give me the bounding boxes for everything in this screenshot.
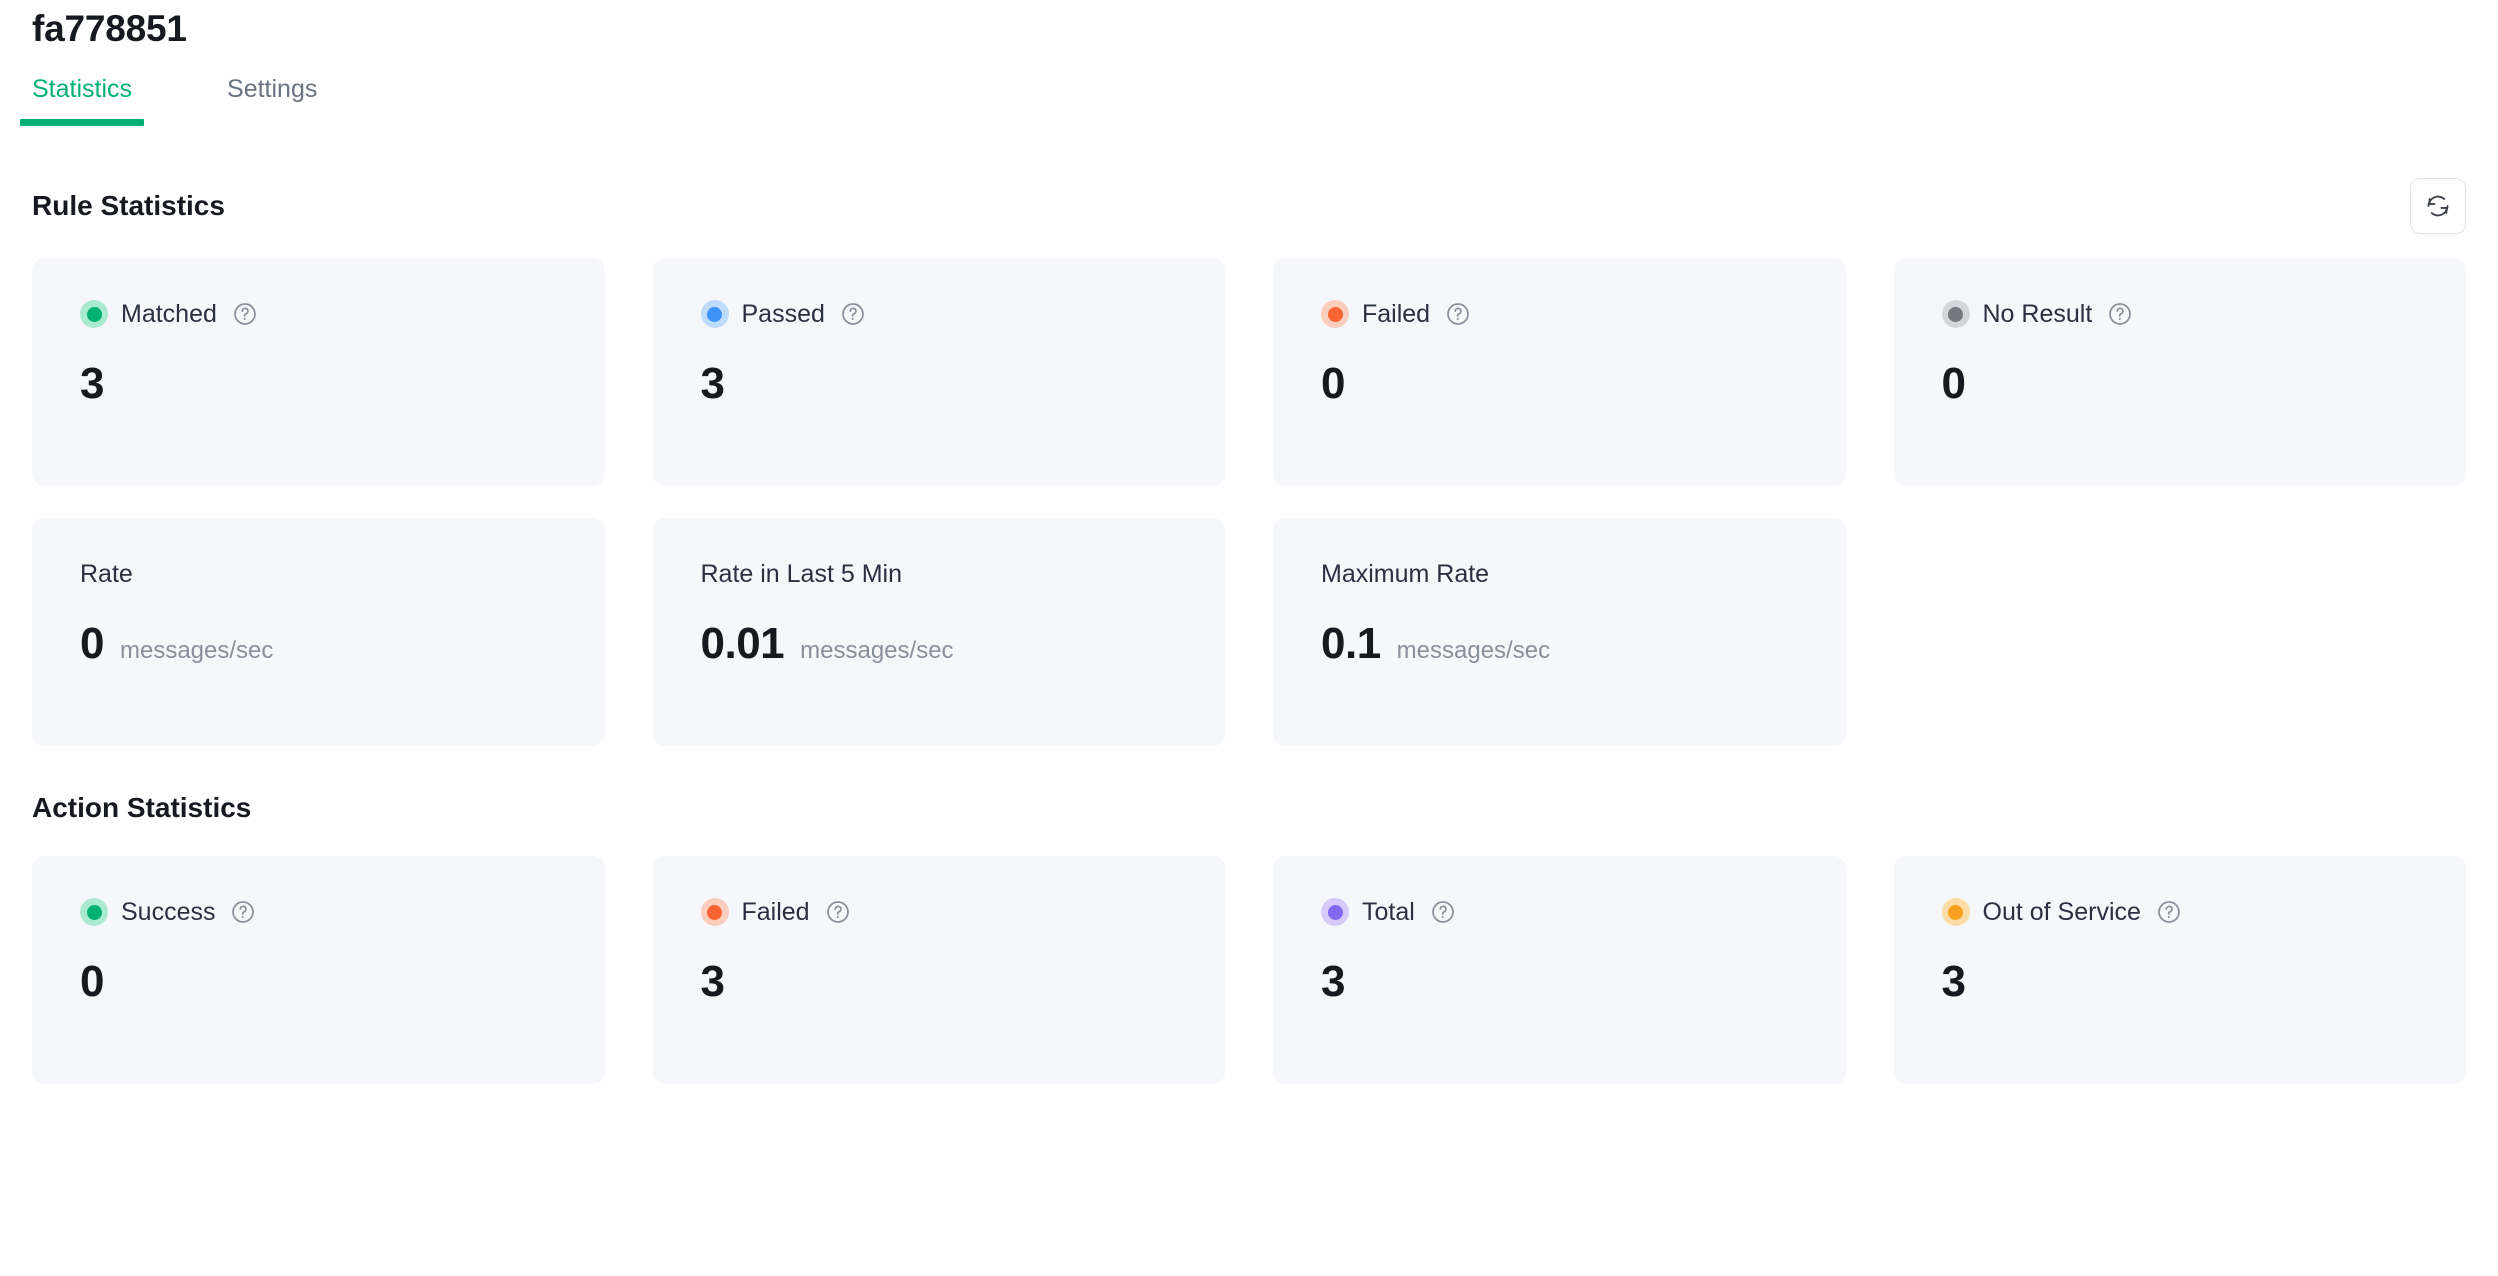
action-card-label: Failed xyxy=(742,897,810,927)
action-card-value-row: 3 xyxy=(701,956,1178,1008)
stat-card-value-row: 0 xyxy=(1942,358,2419,410)
stat-card-value-row: 0 xyxy=(1321,358,1798,410)
action-statistics-title: Action Statistics xyxy=(32,791,251,825)
stat-card-header: Rate in Last 5 Min xyxy=(701,558,1178,590)
action-card-out-of-service: Out of Service 3 xyxy=(1894,856,2467,1084)
stat-card-label: Matched xyxy=(121,299,217,329)
action-card-header: Out of Service xyxy=(1942,896,2419,928)
rule-statistics-title: Rule Statistics xyxy=(32,189,225,223)
tab-settings[interactable]: Settings xyxy=(227,74,317,126)
help-circle-icon[interactable] xyxy=(1430,899,1456,925)
stat-card-maximum-rate: Maximum Rate 0.1 messages/sec xyxy=(1273,518,1846,746)
stat-card-label: No Result xyxy=(1983,299,2093,329)
stat-card-rate: Rate 0 messages/sec xyxy=(32,518,605,746)
status-dot-failed xyxy=(1321,300,1349,328)
stat-card-value: 0 xyxy=(1321,358,1345,410)
stat-card-unit: messages/sec xyxy=(1397,636,1550,666)
stat-card-value-row: 0.1 messages/sec xyxy=(1321,618,1798,670)
help-circle-icon[interactable] xyxy=(2156,899,2182,925)
stat-card-value: 0.1 xyxy=(1321,618,1381,670)
stat-card-unit: messages/sec xyxy=(800,636,953,666)
help-circle-icon[interactable] xyxy=(1445,301,1471,327)
help-circle-icon[interactable] xyxy=(232,301,258,327)
tab-statistics[interactable]: Statistics xyxy=(32,74,132,126)
help-circle-icon[interactable] xyxy=(825,899,851,925)
action-statistics-header: Action Statistics xyxy=(32,784,2466,832)
action-card-value: 0 xyxy=(80,956,104,1008)
stat-card-label: Rate in Last 5 Min xyxy=(701,559,903,589)
stat-card-value-row: 0 messages/sec xyxy=(80,618,557,670)
action-card-header: Total xyxy=(1321,896,1798,928)
tab-bar: Statistics Settings xyxy=(32,74,2466,140)
stat-card-label: Maximum Rate xyxy=(1321,559,1489,589)
stat-card-header: No Result xyxy=(1942,298,2419,330)
action-card-label: Out of Service xyxy=(1983,897,2141,927)
action-card-total: Total 3 xyxy=(1273,856,1846,1084)
help-circle-icon[interactable] xyxy=(2107,301,2133,327)
stat-card-label: Passed xyxy=(742,299,825,329)
rule-statistics-grid: Matched 3 Passed xyxy=(32,258,2466,746)
action-card-header: Failed xyxy=(701,896,1178,928)
stat-card-value: 3 xyxy=(80,358,104,410)
action-card-label: Total xyxy=(1362,897,1415,927)
action-card-value: 3 xyxy=(1321,956,1345,1008)
status-dot-total xyxy=(1321,898,1349,926)
action-card-value: 3 xyxy=(701,956,725,1008)
grid-spacer xyxy=(1894,518,2467,746)
action-card-value: 3 xyxy=(1942,956,1966,1008)
stat-card-header: Failed xyxy=(1321,298,1798,330)
refresh-button[interactable] xyxy=(2410,178,2466,234)
action-statistics-grid: Success 0 Failed xyxy=(32,856,2466,1084)
stat-card-passed: Passed 3 xyxy=(653,258,1226,486)
stat-card-header: Passed xyxy=(701,298,1178,330)
stat-card-header: Maximum Rate xyxy=(1321,558,1798,590)
action-card-label: Success xyxy=(121,897,215,927)
action-card-success: Success 0 xyxy=(32,856,605,1084)
status-dot-out-of-service xyxy=(1942,898,1970,926)
help-circle-icon[interactable] xyxy=(230,899,256,925)
action-card-failed: Failed 3 xyxy=(653,856,1226,1084)
page-title: fa778851 xyxy=(32,0,2466,52)
status-dot-failed xyxy=(701,898,729,926)
stat-card-matched: Matched 3 xyxy=(32,258,605,486)
action-card-value-row: 3 xyxy=(1942,956,2419,1008)
action-card-value-row: 0 xyxy=(80,956,557,1008)
stat-card-label: Rate xyxy=(80,559,133,589)
stat-card-label: Failed xyxy=(1362,299,1430,329)
stat-card-value-row: 3 xyxy=(701,358,1178,410)
action-card-header: Success xyxy=(80,896,557,928)
status-dot-no-result xyxy=(1942,300,1970,328)
status-dot-matched xyxy=(80,300,108,328)
status-dot-success xyxy=(80,898,108,926)
action-card-value-row: 3 xyxy=(1321,956,1798,1008)
stat-card-value: 0.01 xyxy=(701,618,785,670)
stat-card-value-row: 0.01 messages/sec xyxy=(701,618,1178,670)
stat-card-value-row: 3 xyxy=(80,358,557,410)
stat-card-failed: Failed 0 xyxy=(1273,258,1846,486)
status-dot-passed xyxy=(701,300,729,328)
stat-card-rate-last-5-min: Rate in Last 5 Min 0.01 messages/sec xyxy=(653,518,1226,746)
stat-card-header: Rate xyxy=(80,558,557,590)
stat-card-no-result: No Result 0 xyxy=(1894,258,2467,486)
rule-statistics-header: Rule Statistics xyxy=(32,178,2466,234)
stat-card-unit: messages/sec xyxy=(120,636,273,666)
stat-card-value: 0 xyxy=(80,618,104,670)
stat-card-header: Matched xyxy=(80,298,557,330)
statistics-page: fa778851 Statistics Settings Rule Statis… xyxy=(0,0,2498,1276)
stat-card-value: 3 xyxy=(701,358,725,410)
refresh-icon xyxy=(2425,193,2451,219)
help-circle-icon[interactable] xyxy=(840,301,866,327)
stat-card-value: 0 xyxy=(1942,358,1966,410)
